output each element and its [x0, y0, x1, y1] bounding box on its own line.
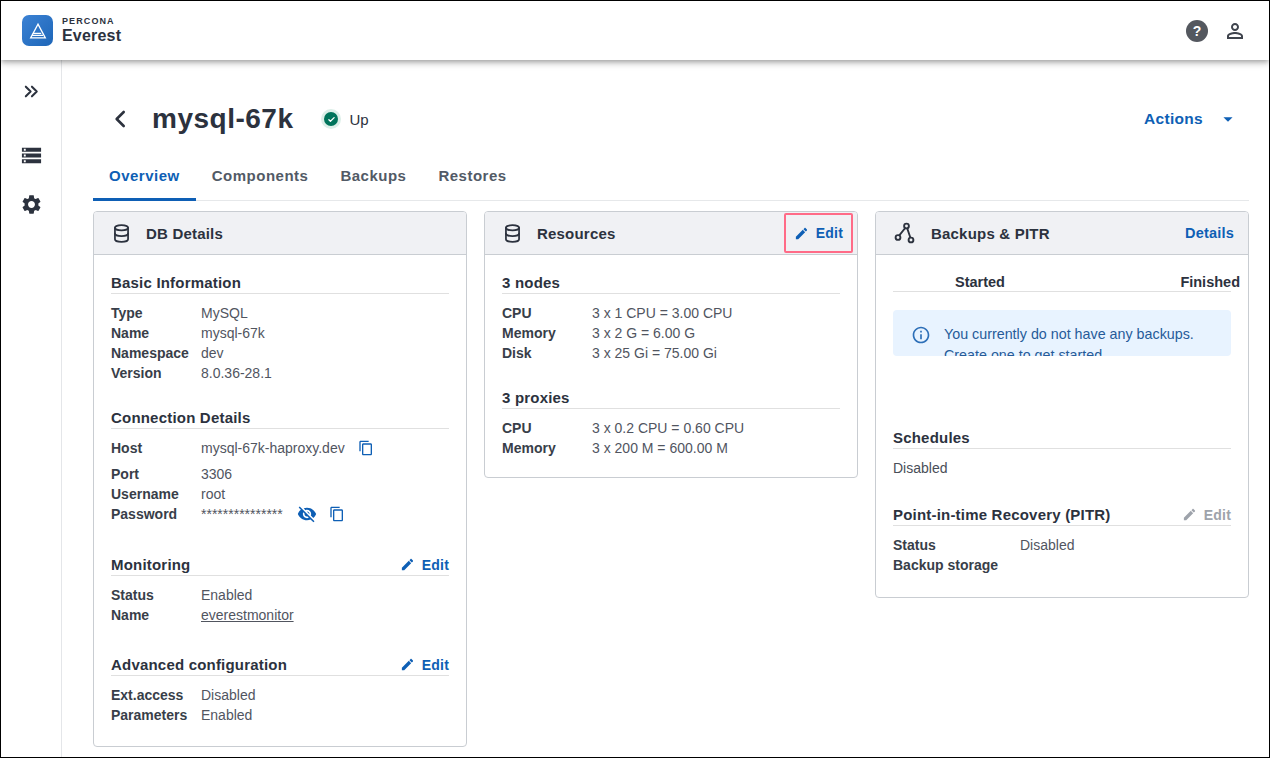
- row-proxies-memory: Memory3 x 200 M = 600.00 M: [502, 438, 840, 458]
- database-icon: [111, 223, 132, 244]
- brand-percona: PERCONA: [62, 17, 121, 26]
- row-monitoring-status: StatusEnabled: [111, 585, 449, 605]
- app-window: PERCONA Everest ? my: [0, 0, 1270, 758]
- toggle-password-visibility-icon[interactable]: [297, 504, 317, 524]
- tab-backups[interactable]: Backups: [324, 157, 422, 200]
- row-parameters: ParametersEnabled: [111, 705, 449, 725]
- row-pitr-status: StatusDisabled: [893, 535, 1231, 555]
- help-icon[interactable]: ?: [1186, 20, 1208, 42]
- page-title: mysql-67k: [152, 103, 293, 135]
- row-nodes-memory: Memory3 x 2 G = 6.00 G: [502, 323, 840, 343]
- actions-button[interactable]: Actions: [1144, 108, 1239, 130]
- status-label: Up: [349, 111, 368, 128]
- status-up-check-icon: [321, 109, 341, 129]
- database-icon: [502, 223, 523, 244]
- row-host: Host mysql-67k-haproxy.dev: [111, 438, 449, 464]
- row-monitoring-name: Nameeverestmonitor: [111, 605, 449, 625]
- brand-everest: Everest: [62, 28, 121, 44]
- databases-icon[interactable]: [20, 144, 43, 167]
- backups-details-link[interactable]: Details: [1185, 225, 1234, 241]
- main-content: mysql-67k Up Actions Overview Components…: [62, 60, 1269, 757]
- row-proxies-cpu: CPU3 x 0.2 CPU = 0.60 CPU: [502, 418, 840, 438]
- col-header-started: Started: [955, 274, 1005, 289]
- section-connection-details: Connection Details: [111, 409, 250, 426]
- info-icon: [911, 325, 931, 345]
- row-port: Port3306: [111, 464, 449, 484]
- tab-restores[interactable]: Restores: [422, 157, 522, 200]
- section-basic-information: Basic Information: [111, 274, 241, 291]
- section-advanced-configuration: Advanced configuration: [111, 656, 287, 673]
- card-resources: Resources Edit 3 nodes CPU3 x 1 CPU =: [484, 211, 858, 478]
- row-nodes-cpu: CPU3 x 1 CPU = 3.00 CPU: [502, 303, 840, 323]
- row-name: Namemysql-67k: [111, 323, 449, 343]
- copy-password-icon[interactable]: [329, 504, 345, 524]
- schedules-value: Disabled: [893, 460, 1231, 476]
- advanced-edit-button[interactable]: Edit: [400, 657, 449, 673]
- caret-down-icon: [1217, 108, 1239, 130]
- section-monitoring: Monitoring: [111, 556, 190, 573]
- brand-link[interactable]: PERCONA Everest: [22, 15, 121, 46]
- edit-pencil-icon: [400, 557, 415, 572]
- sidebar: [1, 60, 62, 757]
- card-db-details: DB Details Basic Information TypeMySQL N…: [93, 211, 467, 747]
- monitoring-name-link[interactable]: everestmonitor: [201, 607, 294, 623]
- section-nodes: 3 nodes: [502, 274, 560, 291]
- edit-pencil-icon: [1182, 507, 1197, 522]
- row-username: Usernameroot: [111, 484, 449, 504]
- expand-sidebar-icon[interactable]: [21, 81, 42, 102]
- edit-pencil-icon: [400, 657, 415, 672]
- resources-edit-button[interactable]: Edit: [794, 225, 843, 241]
- tab-overview[interactable]: Overview: [93, 157, 196, 200]
- user-icon[interactable]: [1223, 19, 1247, 43]
- row-nodes-disk: Disk3 x 25 Gi = 75.00 Gi: [502, 343, 840, 363]
- row-pitr-backup-storage: Backup storage: [893, 555, 1231, 575]
- card-title-backups: Backups & PITR: [931, 225, 1050, 242]
- percona-logo-icon: [22, 15, 53, 46]
- row-type: TypeMySQL: [111, 303, 449, 323]
- card-backups-pitr: Backups & PITR Details Started Finished …: [875, 211, 1249, 598]
- row-ext-access: Ext.accessDisabled: [111, 685, 449, 705]
- section-pitr: Point-in-time Recovery (PITR): [893, 506, 1111, 523]
- row-version: Version8.0.36-28.1: [111, 363, 449, 383]
- pitr-edit-button[interactable]: Edit: [1182, 507, 1231, 523]
- back-icon[interactable]: [108, 106, 134, 132]
- resources-edit-highlight: Edit: [784, 213, 853, 253]
- edit-pencil-icon: [794, 226, 809, 241]
- section-schedules: Schedules: [893, 429, 970, 446]
- card-title-db-details: DB Details: [146, 225, 223, 242]
- backups-hub-icon: [893, 221, 917, 245]
- tabs: Overview Components Backups Restores: [93, 157, 1249, 201]
- monitoring-edit-button[interactable]: Edit: [400, 557, 449, 573]
- row-namespace: Namespacedev: [111, 343, 449, 363]
- settings-gear-icon[interactable]: [20, 193, 43, 216]
- card-title-resources: Resources: [537, 225, 616, 242]
- no-backups-alert: You currently do not have any backups. C…: [893, 310, 1231, 356]
- app-header: PERCONA Everest ?: [1, 1, 1269, 60]
- copy-host-icon[interactable]: [358, 438, 374, 458]
- tab-components[interactable]: Components: [196, 157, 325, 200]
- section-proxies: 3 proxies: [502, 389, 570, 406]
- col-header-finished: Finished: [1180, 274, 1240, 289]
- alert-text: You currently do not have any backups. C…: [944, 324, 1215, 356]
- row-password: Password ***************: [111, 504, 449, 530]
